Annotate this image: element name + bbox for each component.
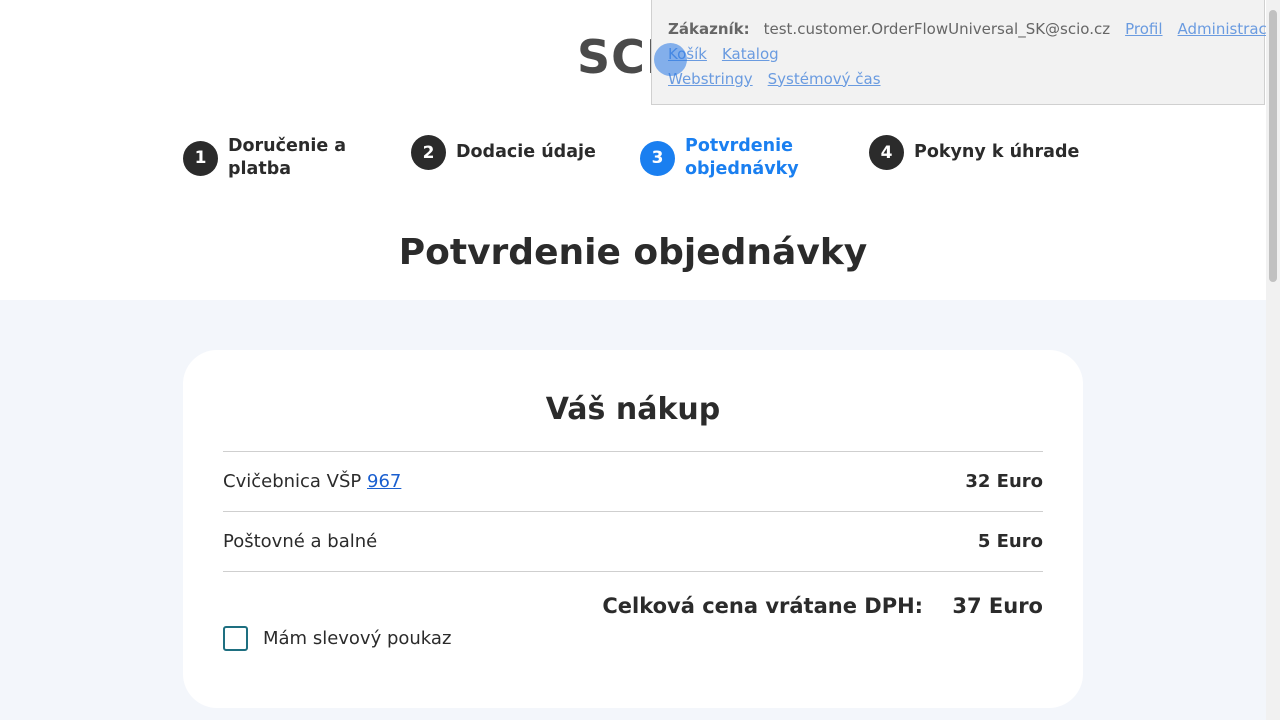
step-2-label: Dodacie údaje bbox=[456, 142, 596, 162]
item-name-text: Cvičebnica VŠP bbox=[223, 471, 362, 492]
step-4-number: 4 bbox=[869, 135, 904, 170]
shipping-price: 5 Euro bbox=[977, 531, 1043, 552]
step-3-number: 3 bbox=[640, 140, 675, 176]
step-3-label: Potvrdenie objednávky bbox=[685, 136, 799, 179]
administration-link[interactable]: Administrace bbox=[1178, 20, 1277, 38]
voucher-checkbox[interactable] bbox=[223, 626, 248, 651]
total-value: 37 Euro bbox=[952, 594, 1043, 618]
system-time-link[interactable]: Systémový čas bbox=[768, 70, 881, 88]
step-1-number: 1 bbox=[183, 140, 218, 176]
catalog-link[interactable]: Katalog bbox=[722, 45, 779, 63]
total-price: Celková cena vrátane DPH: 37 Euro bbox=[602, 594, 1043, 618]
cursor-indicator bbox=[654, 43, 687, 76]
order-summary-card: Váš nákup Cvičebnica VŠP 967 32 Euro Poš… bbox=[183, 350, 1083, 708]
step-4: 4 Pokyny k úhrade bbox=[869, 135, 1094, 170]
total-label: Celková cena vrátane DPH: bbox=[602, 594, 924, 618]
dev-panel-line-1: Zákazník: test.customer.OrderFlowUnivers… bbox=[668, 16, 1276, 41]
step-1[interactable]: 1 Doručenie a platba bbox=[183, 135, 368, 181]
item-name: Cvičebnica VŠP 967 bbox=[223, 471, 401, 492]
step-2-number: 2 bbox=[411, 135, 446, 170]
step-3: 3 Potvrdenie objednávky bbox=[640, 135, 815, 181]
divider bbox=[223, 571, 1043, 572]
item-price: 32 Euro bbox=[965, 471, 1043, 492]
item-code-link[interactable]: 967 bbox=[367, 471, 401, 492]
customer-label: Zákazník: bbox=[668, 19, 750, 38]
scrollbar-thumb[interactable] bbox=[1269, 10, 1277, 282]
order-item-row: Cvičebnica VŠP 967 32 Euro bbox=[223, 451, 1043, 511]
voucher-option[interactable]: Mám slevový poukaz bbox=[223, 626, 451, 651]
profile-link[interactable]: Profil bbox=[1125, 20, 1162, 38]
shipping-row: Poštovné a balné 5 Euro bbox=[223, 511, 1043, 571]
voucher-label: Mám slevový poukaz bbox=[263, 628, 452, 649]
shipping-name: Poštovné a balné bbox=[223, 531, 378, 552]
step-4-label: Pokyny k úhrade bbox=[914, 142, 1080, 162]
customer-email: test.customer.OrderFlowUniversal_SK@scio… bbox=[763, 19, 1111, 38]
card-title: Váš nákup bbox=[545, 392, 721, 427]
checkout-steps: 1 Doručenie a platba 2 Dodacie údaje 3 P… bbox=[183, 135, 1083, 185]
dev-panel-line-2: Košík Katalog bbox=[668, 41, 1264, 66]
page-scrollbar[interactable] bbox=[1266, 0, 1280, 720]
dev-panel-line-3: Webstringy Systémový čas bbox=[668, 66, 1264, 91]
page-title: Potvrdenie objednávky bbox=[398, 232, 868, 273]
step-1-label: Doručenie a platba bbox=[228, 136, 347, 179]
step-2[interactable]: 2 Dodacie údaje bbox=[411, 135, 606, 170]
dev-panel: Zákazník: test.customer.OrderFlowUnivers… bbox=[651, 0, 1276, 105]
